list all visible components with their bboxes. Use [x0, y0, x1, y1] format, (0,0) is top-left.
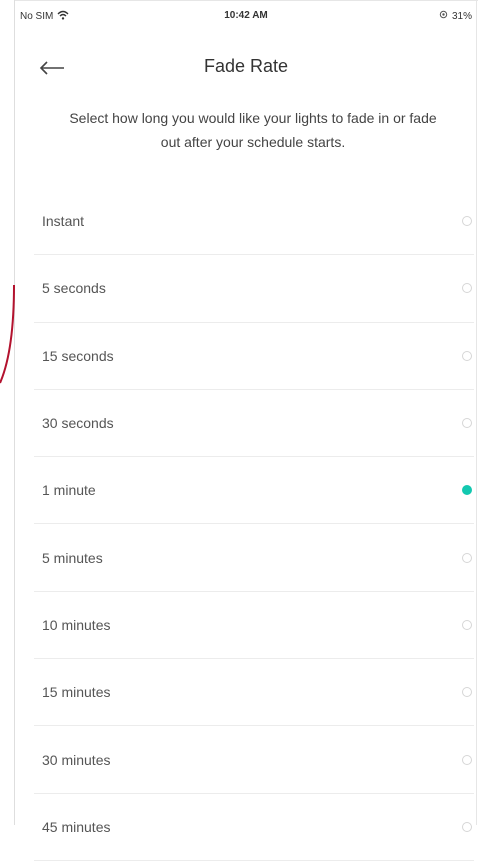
- radio-button[interactable]: [462, 619, 472, 630]
- radio-button[interactable]: [462, 418, 472, 429]
- page-title: Fade Rate: [203, 56, 289, 76]
- status-bar: No SIM 10:42 AM 31%: [20, 10, 472, 26]
- radio-button[interactable]: [462, 754, 472, 765]
- annotation-curve: [0, 285, 15, 384]
- status-right: 31%: [439, 10, 472, 22]
- option-45-minutes[interactable]: 45 minutes: [34, 794, 474, 861]
- header: Fade Rate: [20, 52, 472, 86]
- option-label: 5 minutes: [42, 549, 103, 566]
- option-label: 5 seconds: [42, 280, 106, 297]
- option-label: 15 seconds: [42, 347, 114, 364]
- option-label: 15 minutes: [42, 684, 111, 701]
- radio-button[interactable]: [462, 283, 472, 294]
- option-30-minutes[interactable]: 30 minutes: [34, 726, 474, 794]
- radio-button[interactable]: [462, 552, 472, 563]
- fade-rate-options: Instant 5 seconds 15 seconds 30 seconds …: [34, 188, 474, 861]
- screen-border-top: [14, 0, 478, 1]
- battery-label: 31%: [451, 10, 472, 22]
- radio-button-selected[interactable]: [462, 485, 472, 496]
- description-text: Select how long you would like your ligh…: [69, 110, 437, 150]
- option-label: 45 minutes: [42, 818, 111, 835]
- option-5-seconds[interactable]: 5 seconds: [34, 255, 474, 323]
- screen-border-left: [14, 0, 15, 825]
- option-15-minutes[interactable]: 15 minutes: [34, 659, 474, 727]
- option-label: 10 minutes: [42, 616, 111, 633]
- option-1-minute[interactable]: 1 minute: [34, 457, 474, 525]
- location-icon: [439, 10, 448, 22]
- option-label: 1 minute: [42, 482, 96, 499]
- screen-border-right: [476, 0, 477, 825]
- radio-button[interactable]: [462, 821, 472, 832]
- radio-button[interactable]: [462, 350, 472, 361]
- option-15-seconds[interactable]: 15 seconds: [34, 323, 474, 390]
- option-label: 30 seconds: [42, 415, 114, 432]
- option-30-seconds[interactable]: 30 seconds: [34, 390, 474, 458]
- status-time: 10:42 AM: [224, 10, 268, 21]
- radio-button[interactable]: [462, 687, 472, 698]
- radio-button[interactable]: [462, 216, 472, 227]
- option-instant[interactable]: Instant: [34, 188, 474, 256]
- option-10-minutes[interactable]: 10 minutes: [34, 592, 474, 660]
- option-label: Instant: [42, 213, 85, 230]
- option-5-minutes[interactable]: 5 minutes: [34, 524, 474, 592]
- option-label: 30 minutes: [42, 751, 111, 768]
